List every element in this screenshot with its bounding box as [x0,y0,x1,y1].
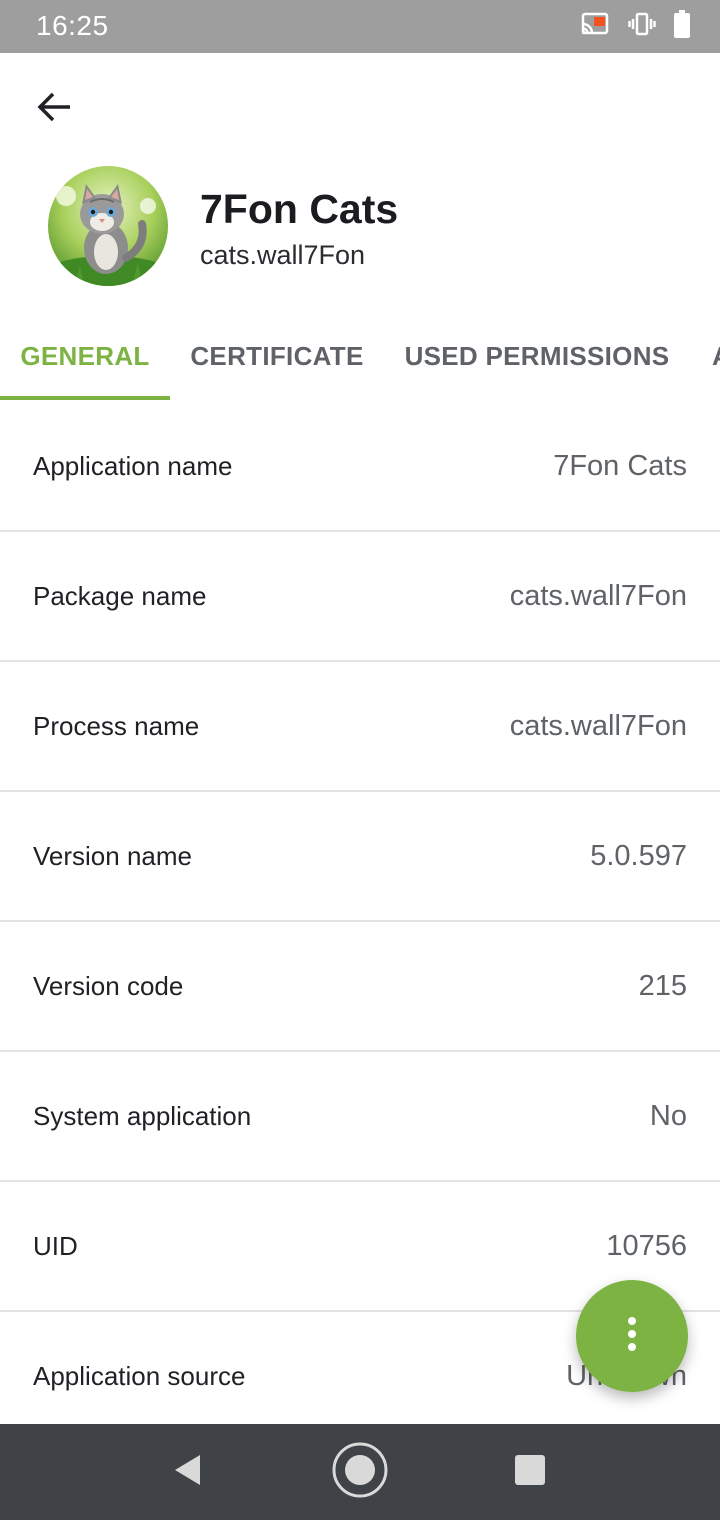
nav-home-button[interactable] [330,1442,390,1502]
cast-icon [580,12,610,41]
status-bar: 16:25 [0,0,720,53]
info-row-system-application[interactable]: System application No [0,1052,720,1182]
nav-back-icon [172,1453,204,1492]
info-value: 215 [638,970,687,1002]
info-label: Version name [33,841,192,871]
nav-recents-icon [514,1454,546,1491]
info-label: UID [33,1231,78,1261]
info-row-version-code[interactable]: Version code 215 [0,922,720,1052]
info-row-application-name[interactable]: Application name 7Fon Cats [0,402,720,532]
battery-icon [674,9,690,43]
nav-home-icon [331,1441,389,1504]
info-value: No [649,1100,687,1132]
system-nav-bar [0,1424,720,1520]
info-value: 5.0.597 [590,840,687,872]
tab-bar: GENERAL CERTIFICATE USED PERMISSIONS A [0,312,720,402]
tab-indicator [0,396,170,400]
nav-back-button[interactable] [158,1442,218,1502]
nav-recents-button[interactable] [500,1442,560,1502]
info-row-version-name[interactable]: Version name 5.0.597 [0,792,720,922]
status-time: 16:25 [36,10,109,41]
info-value: cats.wall7Fon [509,580,687,612]
more-options-fab[interactable] [576,1280,688,1392]
info-value: cats.wall7Fon [509,710,687,742]
vibrate-icon [628,12,656,41]
back-button[interactable] [22,80,86,138]
more-vert-icon [626,1316,638,1357]
kitten-avatar-icon [48,166,168,286]
tab-certificate[interactable]: CERTIFICATE [170,312,384,400]
tab-overflow[interactable]: A [712,312,720,400]
info-label: Version code [33,971,184,1001]
info-label: System application [33,1101,252,1131]
info-label: Package name [33,581,207,611]
info-row-package-name[interactable]: Package name cats.wall7Fon [0,532,720,662]
app-title: 7Fon Cats [200,186,399,232]
tab-used-permissions[interactable]: USED PERMISSIONS [384,312,690,400]
info-label: Application source [33,1361,246,1391]
status-icons [580,9,690,43]
info-label: Process name [33,711,200,741]
app-package-name: cats.wall7Fon [200,240,366,270]
tab-general[interactable]: GENERAL [0,312,170,400]
info-row-process-name[interactable]: Process name cats.wall7Fon [0,662,720,792]
arrow-back-icon [36,91,72,128]
info-value: 7Fon Cats [553,450,687,482]
info-label: Application name [33,451,233,481]
app-icon [48,166,168,286]
